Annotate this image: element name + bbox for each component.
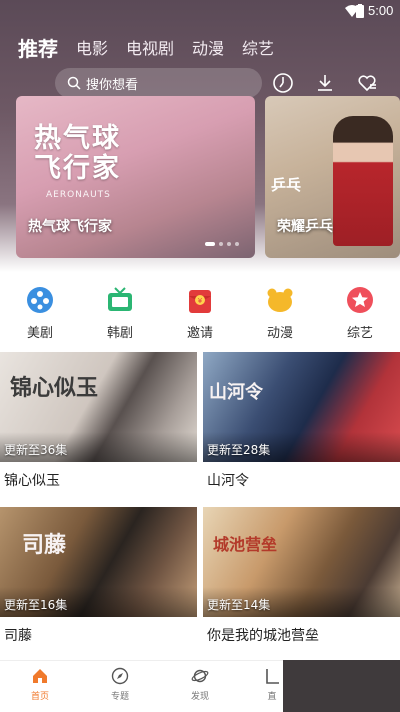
banner-art-title: 热气球 飞行家 bbox=[34, 123, 121, 184]
carousel-dot bbox=[227, 242, 231, 246]
poster-art-text: 司藤 bbox=[22, 533, 67, 558]
banner-side-art-title: 乒乓 bbox=[271, 176, 302, 194]
banner-art-subtitle: AERONAUTS bbox=[46, 190, 111, 200]
carousel-dot bbox=[235, 242, 239, 246]
tab-recommend[interactable]: 推荐 bbox=[18, 36, 58, 62]
film-reel-icon bbox=[27, 287, 53, 313]
live-icon bbox=[266, 669, 279, 684]
video-title: 司藤 bbox=[4, 628, 32, 644]
search-input[interactable]: 搜你想看 bbox=[55, 68, 262, 98]
poster-art-text: 锦心似玉 bbox=[10, 376, 99, 401]
video-thumbnail: 城池营垒 更新至14集 bbox=[203, 507, 400, 617]
search-icon bbox=[67, 76, 81, 90]
category-anime[interactable]: 动漫 bbox=[250, 280, 310, 341]
video-title: 山河令 bbox=[207, 473, 249, 489]
compass-icon bbox=[111, 667, 129, 685]
star-icon bbox=[347, 287, 373, 313]
banner-main[interactable]: 热气球 飞行家 AERONAUTS 热气球飞行家 bbox=[16, 96, 255, 258]
app-screen: 5:00 推荐 电影 电视剧 动漫 综艺 搜你想看 热气球 飞行家 AERONA… bbox=[0, 0, 400, 712]
tab-anime[interactable]: 动漫 bbox=[192, 36, 224, 62]
overlay-panel bbox=[283, 660, 400, 712]
top-tabs: 推荐 电影 电视剧 动漫 综艺 bbox=[18, 32, 292, 62]
banner-main-title: 热气球飞行家 bbox=[28, 219, 112, 235]
video-title: 你是我的城池营垒 bbox=[207, 628, 319, 644]
video-card[interactable]: 山河令 更新至28集 山河令 bbox=[203, 352, 400, 498]
nav-discover[interactable]: 发现 bbox=[180, 667, 220, 702]
status-time: 5:00 bbox=[368, 3, 394, 18]
red-envelope-icon: ¥ bbox=[189, 290, 211, 313]
video-card[interactable]: 城池营垒 更新至14集 你是我的城池营垒 bbox=[203, 507, 400, 653]
video-thumbnail: 司藤 更新至16集 bbox=[0, 507, 197, 617]
battery-icon bbox=[356, 4, 364, 18]
status-bar: 5:00 bbox=[0, 0, 400, 24]
bear-icon bbox=[267, 288, 293, 312]
category-kr-drama[interactable]: 韩剧 bbox=[90, 280, 150, 341]
favorites-icon[interactable] bbox=[356, 72, 378, 94]
carousel-dots bbox=[201, 242, 239, 246]
carousel-dot bbox=[219, 242, 223, 246]
video-card[interactable]: 司藤 更新至16集 司藤 bbox=[0, 507, 197, 653]
episode-badge: 更新至36集 bbox=[4, 443, 68, 457]
episode-badge: 更新至16集 bbox=[4, 598, 68, 612]
category-variety[interactable]: 综艺 bbox=[330, 280, 390, 341]
nav-home[interactable]: 首页 bbox=[20, 667, 60, 702]
search-placeholder: 搜你想看 bbox=[86, 77, 139, 93]
episode-badge: 更新至28集 bbox=[207, 443, 271, 457]
banner-side[interactable]: 乒乓 荣耀乒乓 bbox=[265, 96, 400, 258]
tab-tv[interactable]: 电视剧 bbox=[126, 36, 174, 62]
video-title: 锦心似玉 bbox=[4, 473, 60, 489]
category-invite[interactable]: ¥ 邀请 bbox=[170, 280, 230, 341]
tab-movie[interactable]: 电影 bbox=[76, 36, 108, 62]
banner-side-figure bbox=[333, 116, 393, 246]
poster-art-text: 山河令 bbox=[209, 382, 263, 403]
banner-side-title: 荣耀乒乓 bbox=[277, 219, 333, 235]
poster-art-text: 城池营垒 bbox=[213, 535, 278, 554]
episode-badge: 更新至14集 bbox=[207, 598, 271, 612]
tab-variety[interactable]: 综艺 bbox=[242, 36, 274, 62]
home-icon bbox=[33, 669, 47, 683]
category-row: 美剧 韩剧 ¥ 邀请 动漫 综艺 bbox=[0, 280, 400, 342]
download-icon[interactable] bbox=[314, 72, 336, 94]
svg-text:¥: ¥ bbox=[198, 297, 203, 305]
video-thumbnail: 锦心似玉 更新至36集 bbox=[0, 352, 197, 462]
tv-icon bbox=[108, 287, 132, 311]
video-card[interactable]: 锦心似玉 更新至36集 锦心似玉 bbox=[0, 352, 197, 498]
category-us-drama[interactable]: 美剧 bbox=[10, 280, 70, 341]
history-icon[interactable] bbox=[272, 72, 294, 94]
planet-icon bbox=[191, 669, 209, 683]
carousel-dot bbox=[205, 242, 215, 246]
video-thumbnail: 山河令 更新至28集 bbox=[203, 352, 400, 462]
bottom-nav: 首页 专题 发现 直 bbox=[0, 660, 283, 712]
nav-topics[interactable]: 专题 bbox=[100, 667, 140, 702]
